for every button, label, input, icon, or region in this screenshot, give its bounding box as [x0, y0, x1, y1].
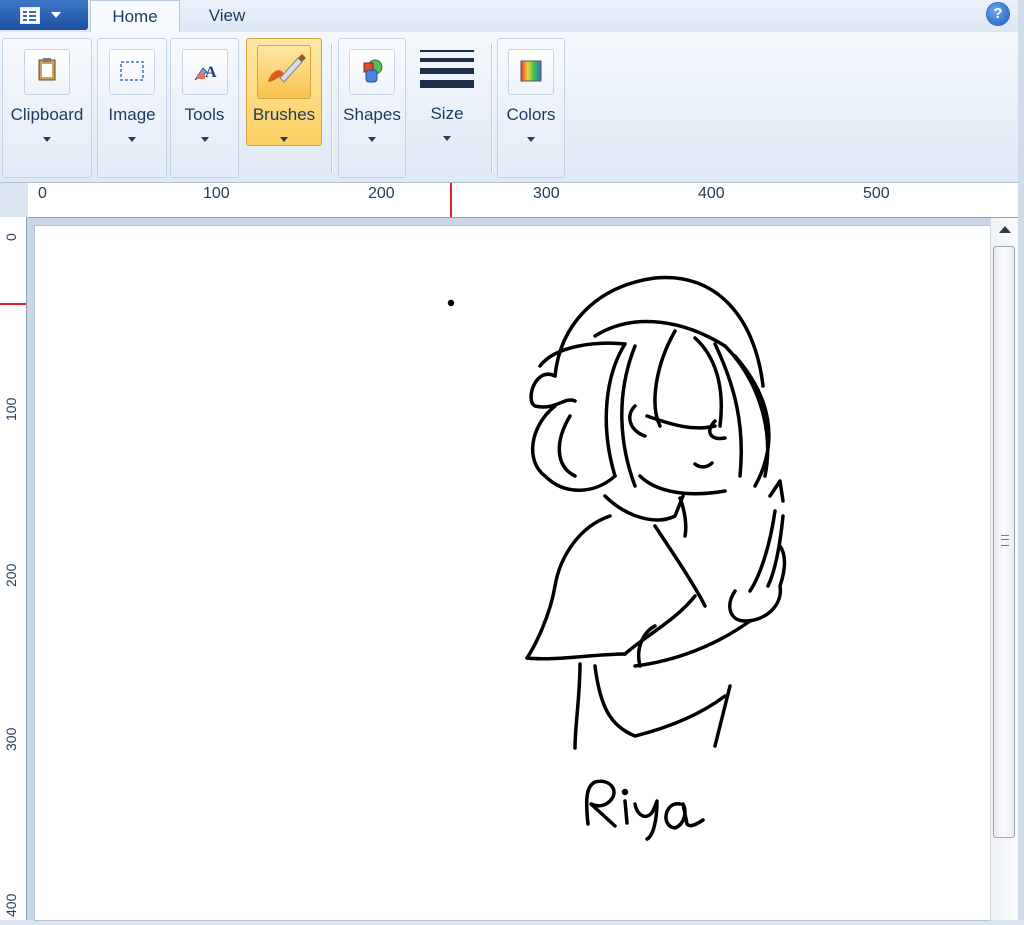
tab-view[interactable]: View: [190, 0, 264, 32]
chevron-down-icon: [368, 137, 376, 142]
chevron-down-icon: [200, 137, 209, 142]
chevron-down-icon: [51, 12, 61, 18]
ribbon-separator: [331, 44, 332, 172]
ribbon-separator: [491, 44, 492, 172]
shapes-button[interactable]: Shapes: [338, 38, 406, 178]
clipboard-label: Clipboard: [10, 105, 84, 124]
image-label: Image: [108, 105, 156, 124]
chevron-down-icon: [527, 137, 535, 142]
clipboard-icon: [24, 49, 70, 95]
ruler-label: 0: [38, 185, 47, 202]
ruler-label: 0: [3, 233, 19, 241]
vertical-ruler: 0 100 200 300 400: [0, 217, 27, 920]
sketch-drawing: [447, 275, 787, 841]
tab-home[interactable]: Home: [90, 0, 180, 33]
ruler-label: 400: [3, 893, 19, 917]
select-icon: [109, 49, 155, 95]
ribbon-tab-strip: Home View ?: [0, 0, 1024, 33]
tools-icon: A: [181, 49, 228, 95]
horizontal-ruler: 0 100 200 300 400 500: [28, 183, 1018, 218]
menu-icon: [20, 7, 40, 24]
colors-button[interactable]: Colors: [497, 38, 565, 178]
chevron-down-icon: [128, 137, 136, 142]
tools-button[interactable]: A Tools: [170, 38, 239, 178]
shapes-label: Shapes: [343, 105, 401, 124]
ruler-label: 500: [863, 185, 890, 202]
color-palette-icon: [508, 49, 554, 95]
grip-icon: [1001, 535, 1009, 546]
ruler-position-marker: [450, 183, 452, 217]
image-button[interactable]: Image: [97, 38, 167, 178]
ruler-corner: [0, 183, 28, 217]
size-button[interactable]: Size: [412, 38, 482, 178]
chevron-down-icon: [443, 136, 451, 141]
ruler-position-marker: [0, 303, 26, 305]
line-size-icon: [420, 50, 474, 94]
size-label: Size: [430, 104, 464, 123]
brush-icon: [257, 45, 311, 99]
ruler-label: 300: [533, 185, 560, 202]
ruler-label: 200: [368, 185, 395, 202]
ruler-label: 200: [3, 563, 19, 587]
chevron-down-icon: [280, 137, 288, 142]
svg-text:A: A: [205, 64, 217, 81]
chevron-down-icon: [43, 137, 51, 142]
help-icon[interactable]: ?: [987, 3, 1009, 25]
ruler-label: 100: [203, 185, 230, 202]
clipboard-button[interactable]: Clipboard: [2, 38, 92, 178]
scroll-up-icon[interactable]: [999, 226, 1011, 233]
scrollbar-thumb[interactable]: [993, 246, 1015, 838]
ribbon: Clipboard Image A Tools Brushes Shapes S…: [0, 32, 1018, 183]
ruler-label: 400: [698, 185, 725, 202]
window-right-border: [1018, 0, 1024, 920]
brushes-label: Brushes: [252, 105, 316, 124]
ruler-label: 100: [3, 397, 19, 421]
vertical-scrollbar[interactable]: [990, 218, 1019, 920]
ruler-label: 300: [3, 727, 19, 751]
brushes-button[interactable]: Brushes: [246, 38, 322, 146]
tools-label: Tools: [184, 105, 225, 124]
colors-label: Colors: [506, 105, 556, 124]
canvas-workspace: [27, 218, 990, 920]
drawing-canvas[interactable]: [35, 226, 990, 920]
shapes-icon: [349, 49, 395, 95]
paint-menu-button[interactable]: [0, 0, 88, 30]
